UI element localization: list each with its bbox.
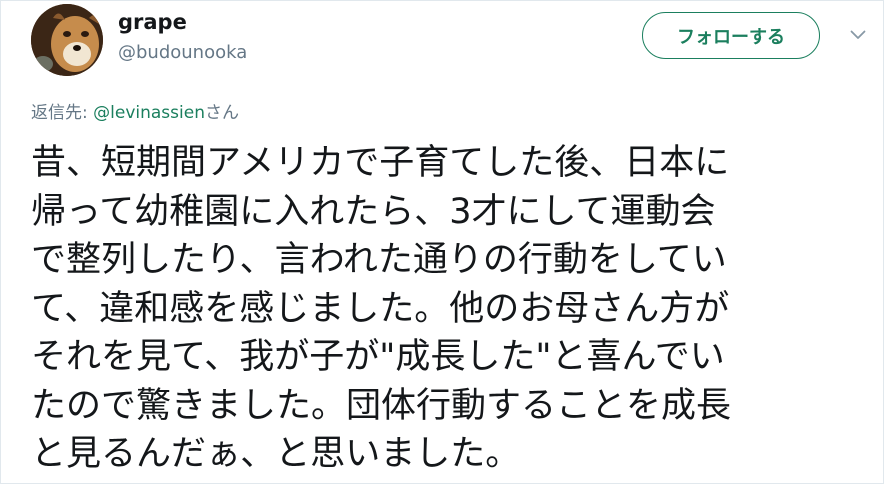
dog-avatar-image: [31, 4, 103, 76]
tweet-menu-button[interactable]: [846, 23, 870, 47]
tweet-text: 昔、短期間アメリカで子育てした後、日本に 帰って幼稚園に入れたら、3才にして運動…: [31, 139, 871, 479]
tweet-text-line: で整列したり、言われた通りの行動をしてい: [31, 240, 727, 280]
author-screen-name[interactable]: @budounooka: [118, 42, 247, 64]
reply-prefix: 返信先:: [31, 103, 94, 123]
follow-button[interactable]: フォローする: [642, 12, 820, 59]
reply-suffix: さん: [204, 103, 239, 123]
tweet-text-line: それを見て、我が子が"成長した"と喜んでい: [31, 337, 725, 377]
tweet-text-line: と見るんだぁ、と思いました。: [31, 434, 521, 474]
author-display-name[interactable]: grape: [118, 9, 187, 35]
reply-context: 返信先: @levinassienさん: [31, 102, 239, 124]
tweet-text-line: 昔、短期間アメリカで子育てした後、日本に: [31, 143, 730, 183]
tweet-card: grape @budounooka フォローする 返信先: @levinassi…: [0, 0, 884, 484]
chevron-down-icon: [850, 30, 866, 39]
tweet-text-line: たので驚きました。団体行動することを成長: [31, 385, 732, 426]
reply-mention-link[interactable]: @levinassien: [93, 103, 205, 123]
dog-avatar-icon[interactable]: [31, 4, 103, 76]
tweet-text-line: 帰って幼稚園に入れたら、3才にして運動会: [31, 191, 716, 232]
tweet-text-line: て、違和感を感じました。他のお母さん方が: [31, 288, 730, 329]
